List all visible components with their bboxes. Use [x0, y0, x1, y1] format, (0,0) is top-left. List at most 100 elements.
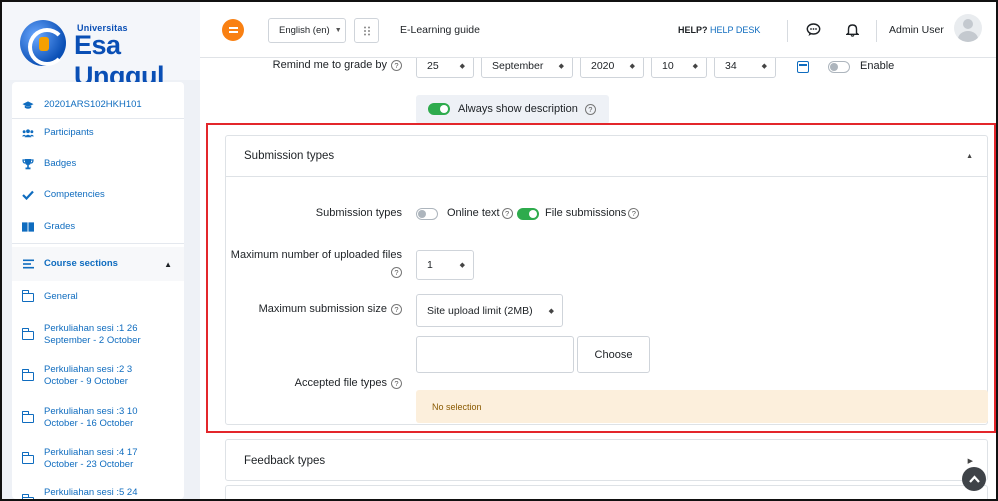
folder-icon [21, 368, 34, 382]
section-label-line1: Perkuliahan sesi :1 26 [44, 323, 138, 334]
sidebar-item-participants[interactable]: Participants [12, 124, 184, 142]
section-label-line2: October - 16 October [44, 418, 134, 429]
elearning-guide-link[interactable]: E-Learning guide [400, 24, 480, 36]
checkmark-icon [22, 189, 34, 201]
folder-icon [21, 493, 34, 501]
section-label-line1: Perkuliahan sesi :2 3 [44, 364, 133, 375]
help-icon[interactable]: ? [628, 207, 640, 219]
always-show-description-toggle[interactable] [428, 103, 450, 115]
user-menu-name[interactable]: Admin User [889, 24, 944, 36]
assignment-settings-form: Remind me to grade by? 25 ◆ September ◆ 20… [200, 58, 996, 499]
bell-icon [845, 24, 859, 37]
section-label-line1: Perkuliahan sesi :3 10 [44, 406, 138, 417]
sidebar-section-4[interactable]: Perkuliahan sesi :4 17 October - 23 Octob… [12, 446, 184, 472]
section-label-line1: Perkuliahan sesi :5 24 [44, 487, 138, 498]
next-section [225, 485, 988, 499]
language-selector[interactable]: English (en) ▼ [268, 18, 346, 43]
sidebar-item-label: Badges [44, 158, 77, 169]
online-text-text: Online text [447, 207, 500, 219]
feedback-types-header[interactable]: Feedback types ▶ [226, 440, 987, 481]
sidebar-section-3[interactable]: Perkuliahan sesi :3 10 October - 16 Octob… [12, 405, 184, 431]
help-icon[interactable]: ? [584, 103, 596, 115]
university-logo[interactable]: Universitas Esa Unggul [2, 2, 200, 91]
folder-icon [21, 289, 34, 303]
chevron-right-icon: ▶ [967, 457, 973, 465]
max-size-value: Site upload limit (2MB) [427, 304, 533, 317]
course-sections-label: Course sections [44, 258, 118, 269]
max-files-select[interactable]: 1 ◆ [416, 250, 474, 280]
remind-hour-value: 10 [662, 60, 674, 72]
help-icon[interactable]: ? [391, 303, 402, 315]
remind-year-select[interactable]: 2020 ◆ [580, 58, 644, 78]
sidebar-item-label: Participants [44, 127, 94, 138]
divider [12, 118, 184, 119]
sidebar-item-grades[interactable]: Grades [12, 218, 184, 236]
sidebar: Universitas Esa Unggul 20201ARS102HKH101… [2, 2, 200, 501]
divider [12, 243, 184, 244]
accepted-file-types-input[interactable] [416, 336, 574, 373]
help-icon[interactable]: ? [391, 266, 402, 278]
sidebar-item-label: 20201ARS102HKH101 [44, 99, 142, 110]
apps-grid-button[interactable] [354, 18, 379, 43]
section-label: General [44, 291, 78, 302]
choose-button[interactable]: Choose [577, 336, 650, 373]
chevron-up-icon: ▲ [164, 259, 172, 269]
sort-caret-icon: ◆ [459, 262, 465, 269]
logo-emblem-icon [20, 20, 66, 66]
drawer-toggle-button[interactable] [222, 19, 244, 41]
max-files-text: Maximum number of uploaded files [230, 249, 402, 261]
remind-month-value: September [492, 60, 544, 72]
submission-types-label: Submission types [315, 207, 402, 219]
remind-grade-text: Remind me to grade by [272, 59, 387, 71]
top-navbar: English (en) ▼ E-Learning guide HELP? HE… [200, 2, 996, 58]
chevron-up-icon [968, 475, 980, 483]
sort-caret-icon: ◆ [761, 63, 767, 70]
calendar-icon[interactable] [797, 61, 809, 73]
divider [876, 20, 877, 42]
sort-caret-icon: ◆ [548, 307, 554, 315]
max-size-select[interactable]: Site upload limit (2MB) ◆ [416, 294, 563, 327]
online-text-label: Online text? [447, 207, 513, 219]
messages-button[interactable] [804, 21, 822, 39]
sidebar-section-5[interactable]: Perkuliahan sesi :5 24 [12, 487, 184, 501]
remind-day-select[interactable]: 25 ◆ [416, 58, 474, 78]
file-submissions-label: File submissions? [545, 207, 640, 219]
chevron-up-icon: ▲ [966, 152, 973, 160]
sidebar-section-1[interactable]: Perkuliahan sesi :1 26 September - 2 Octo… [12, 322, 184, 348]
online-text-toggle[interactable] [416, 208, 438, 220]
remind-month-select[interactable]: September ◆ [481, 58, 573, 78]
feedback-types-section: Feedback types ▶ [225, 439, 988, 481]
help-desk-label: HELP DESK [710, 25, 761, 35]
sidebar-section-2[interactable]: Perkuliahan sesi :2 3 October - 9 October [12, 363, 184, 389]
remind-hour-select[interactable]: 10 ◆ [651, 58, 707, 78]
course-sections-toggle[interactable]: Course sections ▲ [12, 247, 184, 281]
help-icon[interactable]: ? [391, 59, 402, 71]
section-label-line1: Perkuliahan sesi :4 17 [44, 447, 138, 458]
file-submissions-text: File submissions [545, 207, 627, 219]
notifications-button[interactable] [843, 21, 861, 39]
max-files-label: Maximum number of uploaded files ? [220, 247, 402, 281]
remind-day-value: 25 [427, 60, 439, 72]
help-icon[interactable]: ? [391, 377, 402, 389]
enable-toggle[interactable] [828, 61, 850, 73]
section-label-line2: October - 23 October [44, 459, 134, 470]
sidebar-item-label: Grades [44, 221, 76, 232]
remind-minute-select[interactable]: 34 ◆ [714, 58, 776, 78]
file-submissions-toggle[interactable] [517, 208, 539, 220]
list-icon [22, 258, 34, 270]
graduation-cap-icon [22, 99, 34, 111]
sidebar-item-course[interactable]: 20201ARS102HKH101 [12, 96, 184, 114]
help-icon[interactable]: ? [501, 207, 513, 219]
max-size-text: Maximum submission size [258, 303, 387, 315]
avatar[interactable] [954, 14, 982, 42]
trophy-icon [22, 158, 34, 170]
sort-caret-icon: ◆ [558, 63, 564, 70]
scroll-to-top-button[interactable] [962, 467, 986, 491]
course-nav: 20201ARS102HKH101 Participants Badges Co… [12, 82, 184, 501]
submission-types-header[interactable]: Submission types ▲ [226, 136, 987, 177]
help-desk-link[interactable]: HELP? HELP DESK [678, 25, 760, 35]
sidebar-item-competencies[interactable]: Competencies [12, 186, 184, 204]
remind-grade-label: Remind me to grade by? [272, 59, 402, 71]
sidebar-section-general[interactable]: General [12, 289, 184, 305]
sidebar-item-badges[interactable]: Badges [12, 155, 184, 173]
